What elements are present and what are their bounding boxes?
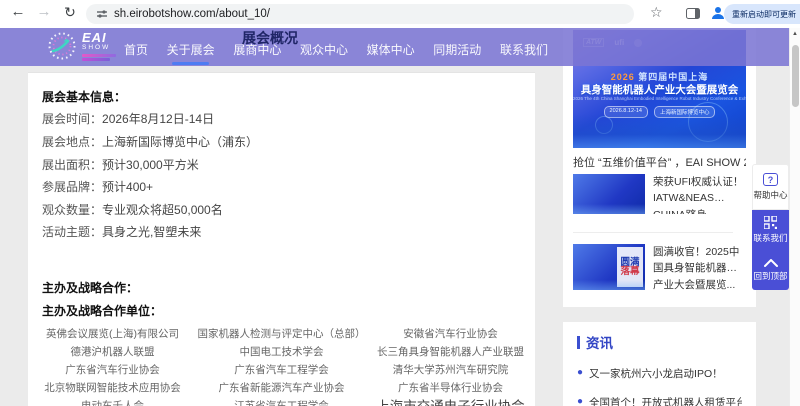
info-line-time: 展会时间：2026年8月12日-14日 (42, 108, 521, 131)
browser-reload-icon[interactable]: ↻ (60, 4, 80, 21)
info-line-theme: 活动主题：具身之光,智塑未来 (42, 221, 521, 244)
info-line-brands: 参展品牌：预计400+ (42, 175, 521, 198)
main-nav: 首页 关于展会 展商中心 观众中心 媒体中心 同期活动 联系我们 (124, 41, 548, 58)
org-cell: 北京物联网智能技术应用协会 (28, 378, 197, 396)
news-item-3[interactable]: 圆满 落幕 圆满收官！2025中国具身智能机器人产业大会暨展览... (573, 244, 746, 290)
address-bar[interactable]: sh.eirobotshow.com/about_10/ (86, 4, 634, 24)
info-line-area: 展出面积：预计30,000平方米 (42, 153, 521, 176)
logo-swirl-icon (46, 30, 78, 62)
org-cell: 上海市交通电子行业协会 (366, 396, 535, 406)
back-to-top-button[interactable]: 回到顶部 (752, 250, 789, 290)
title-accent-bar (577, 336, 580, 349)
update-label: 重新启动即可更新 (732, 9, 796, 20)
org-cell: 长三角具身智能机器人产业联盟 (366, 342, 535, 360)
bookmark-star-icon[interactable]: ☆ (650, 4, 663, 21)
org-cell: 江苏省汽车工程学会 (197, 396, 366, 406)
org-cell: 中国电工技术学会 (197, 342, 366, 360)
sidebar-news-panel: ATW ufi 2026 第四届中国上海 具身智能机器人产业大会暨展览会 202… (563, 28, 756, 307)
news-headline-1[interactable]: 抢位 “五维价值平台” ，EAI SHOW 2026，... (573, 154, 746, 170)
feed-item-2[interactable]: ● 全国首个！开放式机器人租赁平台 “擎天租... (577, 395, 742, 406)
org-cell: 安徽省汽车行业协会 (366, 324, 535, 342)
page-scrollbar[interactable]: ▲ (789, 28, 800, 406)
divider (573, 232, 733, 233)
info-line-visitors: 观众数量：专业观众将超50,000名 (42, 198, 521, 221)
feed-item-1[interactable]: ● 又一家杭州六小龙启动IPO！ (577, 366, 742, 381)
help-chat-icon: ? (763, 173, 778, 186)
logo-title: EAI (82, 31, 116, 44)
news-title-2: 荣获UFI权威认证！IATW&NEAS CHINA跻身... (653, 174, 746, 214)
news-thumbnail-3: 圆满 落幕 (573, 244, 645, 290)
logo-tagline-decor (82, 58, 110, 61)
org-cell: 电动车千人会 (28, 396, 197, 406)
contact-us-button[interactable]: 联系我们 (752, 210, 789, 250)
site-logo[interactable]: EAI SHOW (46, 30, 116, 62)
floating-widget-group: 联系我们 回到顶部 (752, 210, 789, 290)
browser-forward-icon[interactable]: → (34, 3, 54, 20)
bullet-icon: ● (577, 395, 583, 406)
org-cell: 广东省新能源汽车产业协会 (197, 378, 366, 396)
org-cell: 清华大学苏州汽车研究院 (366, 360, 535, 378)
org-cell: 德港沪机器人联盟 (28, 342, 197, 360)
banner-ripple-decor (595, 116, 613, 134)
nav-about[interactable]: 关于展会 (167, 41, 215, 58)
info-heading: 展会基本信息： (42, 85, 521, 108)
news-feed-panel: 资讯 ● 又一家杭州六小龙启动IPO！ ● 全国首个！开放式机器人租赁平台 “擎… (563, 322, 756, 406)
news-thumbnail-2 (573, 174, 645, 214)
org-cell: 广东省汽车行业协会 (28, 360, 197, 378)
info-line-venue: 展会地点：上海新国际博览中心（浦东） (42, 130, 521, 153)
site-info-icon[interactable] (96, 8, 108, 20)
organizers-table: 英佛会议展览(上海)有限公司 国家机器人检测与评定中心（总部） 安徽省汽车行业协… (28, 324, 535, 406)
help-center-button[interactable]: ? 帮助中心 (752, 164, 789, 210)
banner-date-pill: 2026.8.12-14 (604, 106, 648, 118)
side-panel-icon[interactable] (686, 8, 700, 19)
qr-code-icon (764, 216, 777, 229)
bullet-icon: ● (577, 366, 583, 379)
exhibition-overview-content: 展会基本信息： 展会时间：2026年8月12日-14日 展会地点：上海新国际博览… (28, 72, 535, 406)
closing-badge: 圆满 落幕 (617, 247, 643, 287)
url-text[interactable]: sh.eirobotshow.com/about_10/ (114, 8, 270, 20)
nav-contact-us[interactable]: 联系我们 (500, 41, 548, 58)
org-cell: 广东省汽车工程学会 (197, 360, 366, 378)
banner-venue-pill: 上海新国际博览中心 (654, 106, 716, 118)
browser-update-button[interactable]: 重新启动即可更新 ⋮ (724, 4, 800, 24)
scroll-up-arrow-icon[interactable]: ▲ (792, 31, 798, 37)
nav-concurrent-events[interactable]: 同期活动 (433, 41, 481, 58)
logo-subtitle: SHOW (82, 45, 116, 52)
org-cell: 国家机器人检测与评定中心（总部） (197, 324, 366, 342)
scrollbar-thumb[interactable] (792, 45, 799, 107)
org-heading: 主办及战略合作： (42, 276, 521, 299)
banner-title: 具身智能机器人产业大会暨展览会 (573, 82, 746, 97)
news-feed-title: 资讯 (577, 332, 742, 352)
banner-subtitle-en: 2026 The 4th China Shanghai Embodied Int… (573, 96, 746, 101)
nav-visitor-center[interactable]: 观众中心 (300, 41, 348, 58)
nav-exhibitor-center[interactable]: 展商中心 (233, 41, 281, 58)
logo-tagline-decor (82, 54, 116, 57)
nav-home[interactable]: 首页 (124, 41, 148, 58)
browser-toolbar: ← → ↻ sh.eirobotshow.com/about_10/ ☆ 重新启… (0, 0, 800, 28)
news-title-3: 圆满收官！2025中国具身智能机器人产业大会暨展览... (653, 244, 746, 290)
browser-back-icon[interactable]: ← (8, 3, 28, 20)
nav-media-center[interactable]: 媒体中心 (367, 41, 415, 58)
org-sub-heading: 主办及战略合作单位： (42, 299, 521, 322)
org-cell: 广东省半导体行业协会 (366, 378, 535, 396)
chevron-up-icon (764, 259, 778, 267)
org-cell: 英佛会议展览(上海)有限公司 (28, 324, 197, 342)
news-item-2[interactable]: 荣获UFI权威认证！IATW&NEAS CHINA跻身... (573, 174, 746, 214)
site-header: EAI SHOW 展会概况 首页 关于展会 展商中心 观众中心 媒体中心 同期活… (0, 28, 789, 66)
